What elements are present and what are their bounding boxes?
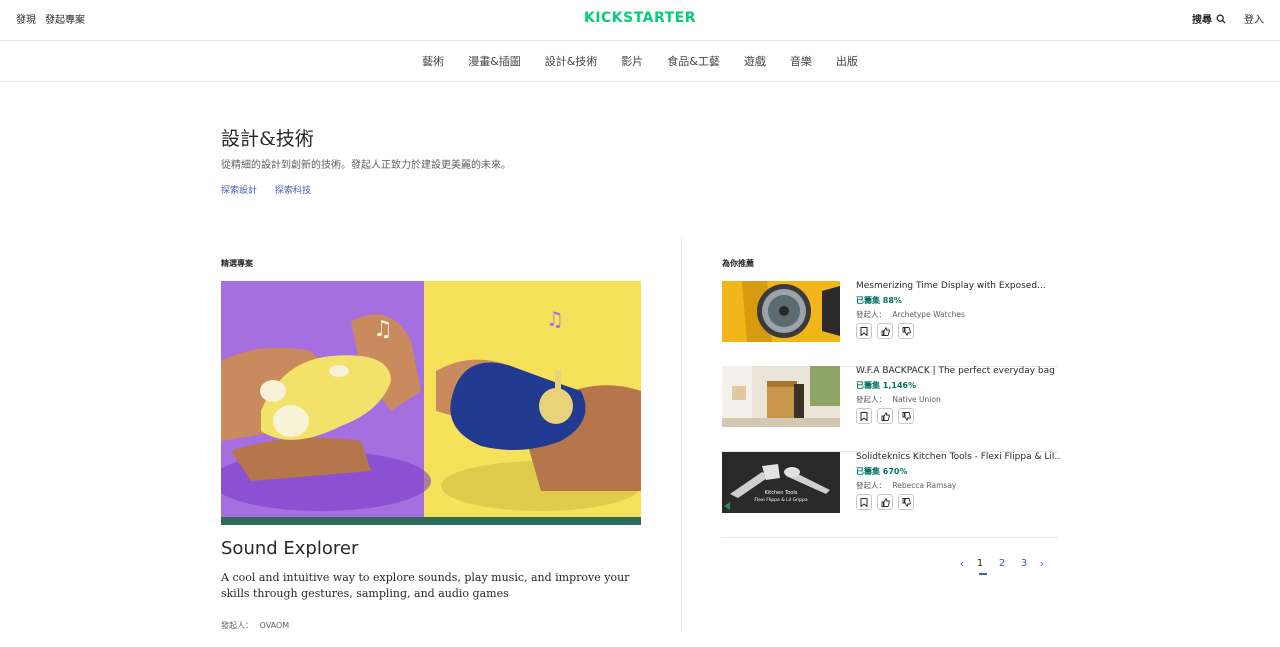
recommended-item: Kitchen Tools Flexi Flippa & Lil Grippa …: [722, 452, 1060, 538]
header-left-links: 發現 發起專案: [16, 11, 85, 26]
thumbs-down-icon: [902, 497, 911, 507]
recommended-thumbnail[interactable]: Kitchen Tools Flexi Flippa & Lil Grippa: [722, 452, 840, 513]
column-divider: [681, 237, 682, 632]
logo-text: KICKSTARTER: [584, 10, 696, 26]
thumbs-up-icon: [881, 497, 890, 507]
featured-project-description: A cool and intuitive way to explore soun…: [221, 571, 630, 600]
bookmark-button[interactable]: [856, 408, 872, 424]
creator-label: 發起人：: [856, 395, 886, 404]
thumbs-up-button[interactable]: [877, 494, 893, 510]
bookmark-icon: [860, 411, 868, 421]
kickstarter-logo[interactable]: KICKSTARTER: [578, 8, 702, 26]
header-right: 搜尋 登入: [1192, 11, 1264, 26]
featured-project-title[interactable]: Sound Explorer: [221, 538, 358, 559]
recommended-thumbnail[interactable]: [722, 366, 840, 427]
recommended-creator: 發起人： Archetype Watches: [856, 309, 965, 320]
recommended-thumbnail[interactable]: [722, 281, 840, 342]
thumbs-down-button[interactable]: [898, 494, 914, 510]
recommended-item: W.F.A BACKPACK | The perfect everyday ba…: [722, 366, 1058, 452]
recommended-title[interactable]: W.F.A BACKPACK | The perfect everyday ba…: [856, 366, 1060, 376]
creator-name[interactable]: Rebecca Ramsay: [892, 481, 956, 490]
login-link[interactable]: 登入: [1244, 11, 1264, 26]
nav-music[interactable]: 音樂: [778, 53, 824, 69]
thumbs-up-button[interactable]: [877, 323, 893, 339]
funded-status: 已籌集 1,146%: [856, 381, 917, 390]
thumbs-down-button[interactable]: [898, 323, 914, 339]
recommended-section-label: 為你推薦: [722, 259, 754, 268]
creator-name[interactable]: Native Union: [892, 395, 940, 404]
chevron-right-icon[interactable]: ›: [1035, 557, 1049, 570]
thumbs-up-icon: [881, 326, 890, 336]
bookmark-button[interactable]: [856, 323, 872, 339]
creator-label: 發起人：: [856, 481, 886, 490]
search-icon[interactable]: [1216, 14, 1226, 24]
current-page-indicator: [979, 573, 987, 575]
bookmark-button[interactable]: [856, 494, 872, 510]
nav-games[interactable]: 遊戲: [732, 53, 778, 69]
bookmark-icon: [860, 497, 868, 507]
thumbs-down-icon: [902, 326, 911, 336]
recommended-actions: [856, 494, 914, 510]
recommended-item: Mesmerizing Time Display with Exposed… 已…: [722, 281, 1058, 367]
nav-arts[interactable]: 藝術: [410, 53, 456, 69]
recommended-creator: 發起人： Rebecca Ramsay: [856, 480, 956, 491]
nav-publishing[interactable]: 出版: [824, 53, 870, 69]
creator-label: 發起人：: [221, 621, 253, 630]
nav-film[interactable]: 影片: [609, 53, 655, 69]
bookmark-icon: [860, 326, 868, 336]
svg-text:♫: ♫: [546, 307, 564, 331]
creator-name[interactable]: Archetype Watches: [892, 310, 965, 319]
thumbs-up-button[interactable]: [877, 408, 893, 424]
svg-text:♫: ♫: [373, 317, 393, 342]
category-nav: 藝術 漫畫&插圖 設計&技術 影片 食品&工藝 遊戲 音樂 出版: [0, 41, 1280, 82]
featured-project-image[interactable]: ♫ ♫: [221, 281, 641, 525]
chevron-left-icon[interactable]: ‹: [955, 557, 969, 570]
recommended-actions: [856, 323, 914, 339]
recommended-title[interactable]: Mesmerizing Time Display with Exposed…: [856, 281, 1060, 291]
search-link[interactable]: 搜尋: [1192, 11, 1212, 26]
thumbs-down-button[interactable]: [898, 408, 914, 424]
thumbs-down-icon: [902, 411, 911, 421]
creator-label: 發起人：: [856, 310, 886, 319]
explore-design-link[interactable]: 探索設計: [221, 183, 257, 196]
explore-tech-link[interactable]: 探索科技: [275, 183, 311, 196]
recommended-creator: 發起人： Native Union: [856, 394, 941, 405]
nav-comics-illustration[interactable]: 漫畫&插圖: [456, 53, 533, 69]
thumbs-up-icon: [881, 411, 890, 421]
page-1[interactable]: 1: [969, 558, 991, 569]
thumb-caption: Kitchen Tools: [765, 490, 798, 496]
featured-creator: 發起人： OVAOM: [221, 620, 289, 631]
thumb-subcaption: Flexi Flippa & Lil Grippa: [754, 497, 808, 503]
category-links: 探索設計 探索科技: [221, 183, 311, 196]
funded-status: 已籌集 670%: [856, 467, 908, 476]
page-2[interactable]: 2: [991, 558, 1013, 569]
start-project-link[interactable]: 發起專案: [45, 11, 85, 26]
featured-section-label: 精選專案: [221, 259, 253, 268]
nav-food-craft[interactable]: 食品&工藝: [655, 53, 732, 69]
nav-design-tech[interactable]: 設計&技術: [533, 53, 610, 69]
page-3[interactable]: 3: [1013, 558, 1035, 569]
recommended-actions: [856, 408, 914, 424]
funded-status: 已籌集 88%: [856, 296, 902, 305]
pagination: ‹ 1 2 3 ›: [955, 557, 1049, 575]
category-title: 設計&技術: [221, 128, 314, 150]
category-description: 從精細的設計到創新的技術。發起人正致力於建設更美麗的未來。: [221, 160, 511, 171]
creator-name[interactable]: OVAOM: [260, 621, 290, 630]
recommended-title[interactable]: Solidteknics Kitchen Tools - Flexi Flipp…: [856, 452, 1060, 462]
top-bar: 發現 發起專案 KICKSTARTER 搜尋 登入: [0, 0, 1280, 41]
discover-link[interactable]: 發現: [16, 11, 36, 26]
